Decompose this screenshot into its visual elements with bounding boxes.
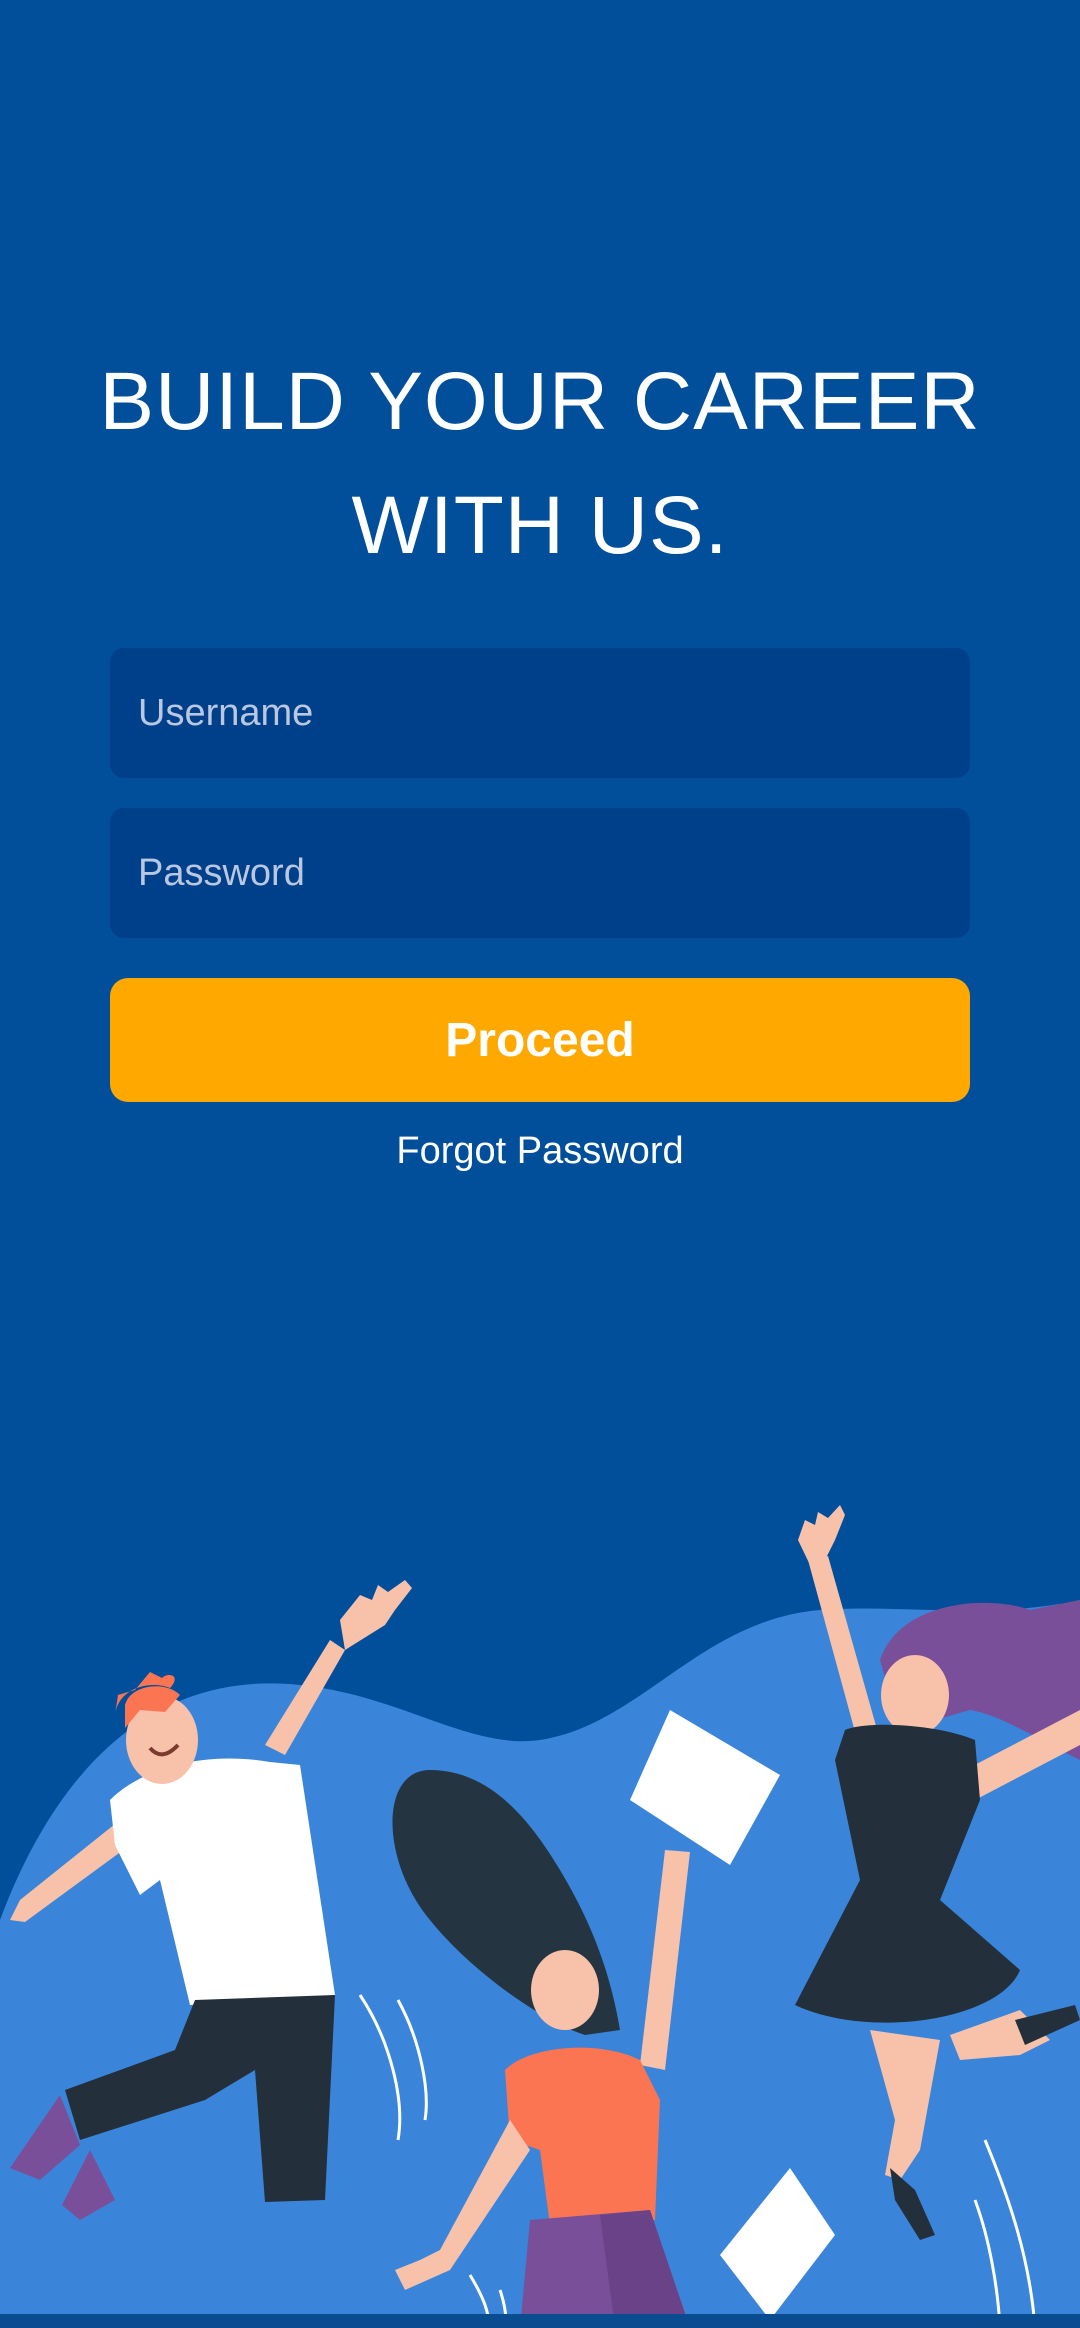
page-title: BUILD YOUR CAREER WITH US. [0, 340, 1080, 588]
people-jumping-illustration [0, 1505, 1080, 2328]
username-field[interactable] [110, 648, 970, 778]
password-input[interactable] [110, 808, 970, 938]
proceed-button[interactable]: Proceed [110, 978, 970, 1102]
title-line-1: BUILD YOUR CAREER [99, 356, 981, 447]
title-line-2: WITH US. [351, 480, 729, 571]
forgot-password-link[interactable]: Forgot Password [0, 1130, 1080, 1173]
bottom-bar [0, 2314, 1080, 2328]
password-field[interactable] [110, 808, 970, 938]
username-input[interactable] [110, 648, 970, 778]
login-screen: BUILD YOUR CAREER WITH US. Proceed Forgo… [0, 0, 1080, 2328]
